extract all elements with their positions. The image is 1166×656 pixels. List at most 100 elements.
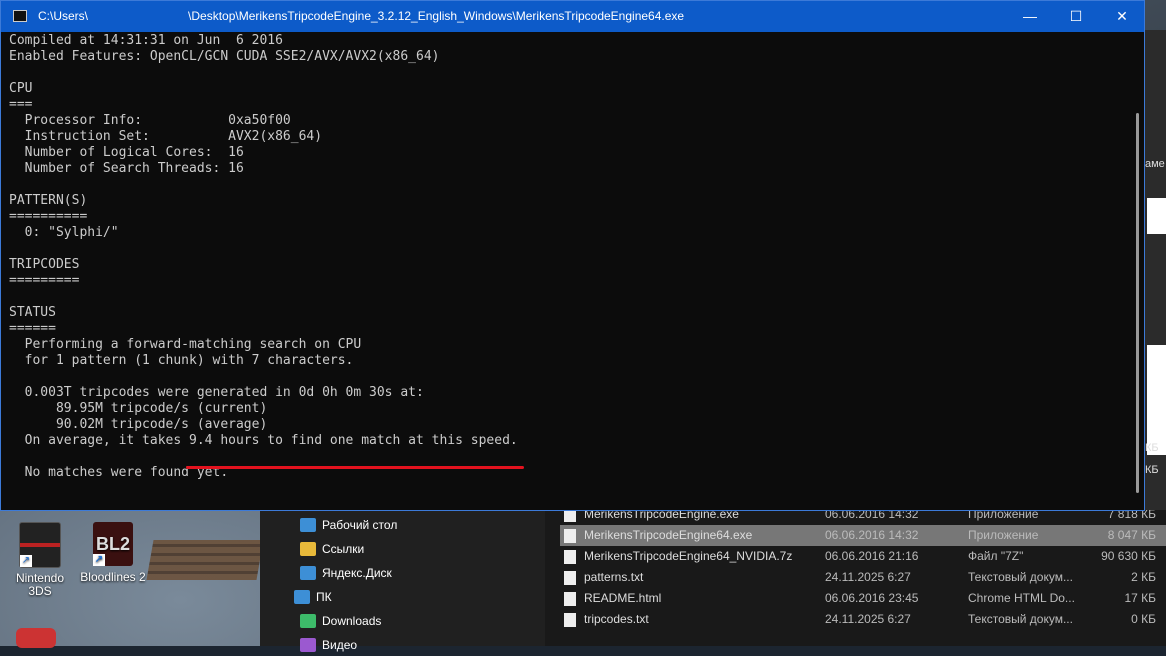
shortcut-arrow-icon: ↗ <box>20 555 32 567</box>
background-window-edge <box>1145 30 1166 510</box>
console-line: Number of Logical Cores: 16 <box>9 145 244 160</box>
file-row[interactable]: MerikensTripcodeEngine64.exe 06.06.2016 1… <box>560 525 1166 546</box>
file-size: 0 КБ <box>1131 612 1156 626</box>
navigation-pane: Рабочий стол Ссылки Яндекс.Диск ПК Downloads… <box>260 505 545 652</box>
file-list: MerikensTripcodeEngine.exe 06.06.2016 14:… <box>560 505 1166 646</box>
maximize-button[interactable]: ☐ <box>1053 1 1099 32</box>
partial-desktop-icon[interactable] <box>16 628 56 648</box>
file-row[interactable]: MerikensTripcodeEngine64_NVIDIA.7z 06.06.… <box>560 546 1166 567</box>
file-date: 24.11.2025 6:27 <box>825 612 911 626</box>
file-size: 17 КБ <box>1124 591 1156 605</box>
file-date: 24.11.2025 6:27 <box>825 570 911 584</box>
desktop-icon-label: Nintendo 3DS <box>15 571 65 598</box>
console-line: 89.95M tripcode/s (current) <box>9 401 268 416</box>
desktop-icon-nintendo-3ds[interactable]: ↗ Nintendo 3DS <box>5 522 75 598</box>
console-line: 90.02M tripcode/s (average) <box>9 417 268 432</box>
console-line: On average, it takes 9.4 hours to find o… <box>9 433 518 448</box>
console-line: ========== <box>9 209 88 224</box>
title-bar[interactable]: C:\Users\ \Desktop\MerikensTripcodeEngin… <box>1 1 1144 32</box>
console-line: === <box>9 97 33 112</box>
file-type: Chrome HTML Do... <box>968 591 1075 605</box>
nav-item[interactable]: ПК <box>294 586 332 608</box>
console-window[interactable]: C:\Users\ \Desktop\MerikensTripcodeEngin… <box>0 0 1145 511</box>
file-name: tripcodes.txt <box>584 612 649 626</box>
console-line: STATUS <box>9 305 56 320</box>
bench-image <box>146 540 264 580</box>
file-row[interactable]: README.html 06.06.2016 23:45 Chrome HTML D… <box>560 588 1166 609</box>
nav-item[interactable]: Downloads <box>300 610 381 632</box>
nav-item-label: Downloads <box>322 614 382 628</box>
console-output[interactable]: Compiled at 14:31:31 on Jun 6 2016 Enable… <box>9 33 1129 508</box>
pc-icon <box>294 590 310 604</box>
file-explorer-window: Рабочий стол Ссылки Яндекс.Диск ПК Downloads… <box>260 505 1166 652</box>
file-date: 06.06.2016 21:16 <box>825 549 919 563</box>
console-line: Processor Info: 0xa50f00 <box>9 113 291 128</box>
bl2-logo-text: BL2 <box>95 534 130 554</box>
file-icon <box>564 613 576 627</box>
file-icon <box>564 571 576 585</box>
file-date: 06.06.2016 23:45 <box>825 591 919 605</box>
desktop-icon-bloodlines-2[interactable]: BL2 ↗ Bloodlines 2 <box>78 522 148 584</box>
yandex-disk-icon <box>300 566 316 580</box>
bloodlines-2-icon: BL2 ↗ <box>93 522 133 566</box>
file-icon <box>564 550 576 564</box>
close-button[interactable]: ✕ <box>1099 1 1145 32</box>
console-app-icon <box>13 10 27 22</box>
video-icon <box>300 638 316 652</box>
folder-icon <box>300 542 316 556</box>
background-window-panel <box>1147 345 1166 455</box>
background-window-panel <box>1147 198 1166 234</box>
shortcut-arrow-icon: ↗ <box>93 554 105 566</box>
console-line: 0: "Sylphi/" <box>9 225 119 240</box>
console-line: for 1 pattern (1 chunk) with 7 character… <box>9 353 354 368</box>
file-row[interactable]: patterns.txt 24.11.2025 6:27 Текстовый док… <box>560 567 1166 588</box>
file-name: MerikensTripcodeEngine64_NVIDIA.7z <box>584 549 793 563</box>
nav-item-label: Рабочий стол <box>322 518 398 532</box>
nintendo-3ds-icon: ↗ <box>19 522 61 568</box>
console-line: 0.003T tripcodes were generated in 0d 0h… <box>9 385 424 400</box>
nav-item[interactable]: Яндекс.Диск <box>300 562 392 584</box>
file-name: MerikensTripcodeEngine64.exe <box>584 528 753 542</box>
console-line: TRIPCODES <box>9 257 80 272</box>
console-line: ========= <box>9 273 80 288</box>
file-name: README.html <box>584 591 662 605</box>
console-line: Performing a forward-matching search on … <box>9 337 362 352</box>
nav-item-label: Видео <box>322 638 358 652</box>
scrollbar-thumb[interactable] <box>1136 113 1139 493</box>
console-line: No matches were found yet. <box>9 465 229 480</box>
nav-item-label: Ссылки <box>322 542 365 556</box>
minimize-button[interactable]: — <box>1007 1 1053 32</box>
console-line: Number of Search Threads: 16 <box>9 161 244 176</box>
file-name: patterns.txt <box>584 570 644 584</box>
nav-item[interactable]: Рабочий стол <box>300 514 397 536</box>
console-line: PATTERN(S) <box>9 193 88 208</box>
desktop-icon <box>300 518 316 532</box>
window-title: C:\Users\ \Desktop\MerikensTripcodeEngin… <box>38 9 685 23</box>
file-row[interactable]: tripcodes.txt 24.11.2025 6:27 Текстовый до… <box>560 609 1166 630</box>
background-window-text: КБ <box>1145 442 1159 454</box>
file-icon <box>564 592 576 606</box>
file-size: 2 КБ <box>1131 570 1156 584</box>
background-window-text: КБ <box>1145 464 1159 476</box>
console-line: Enabled Features: OpenCL/GCN CUDA SSE2/A… <box>9 49 440 64</box>
file-type: Текстовый докум... <box>968 612 1073 626</box>
file-date: 06.06.2016 14:32 <box>825 528 919 542</box>
console-line: Instruction Set: AVX2(x86_64) <box>9 129 323 144</box>
desktop-icon-label: Bloodlines 2 <box>80 570 146 584</box>
nav-item[interactable]: Видео <box>300 634 357 656</box>
red-underline-annotation <box>186 466 524 469</box>
console-line: ====== <box>9 321 56 336</box>
scrollbar[interactable] <box>1131 33 1143 509</box>
nav-item[interactable]: Ссылки <box>300 538 364 560</box>
nav-item-label: ПК <box>316 590 332 604</box>
console-line: CPU <box>9 81 33 96</box>
file-type: Приложение <box>968 528 1039 542</box>
background-window-text: аме <box>1145 158 1165 170</box>
file-size: 8 047 КБ <box>1107 528 1156 542</box>
download-icon <box>300 614 316 628</box>
